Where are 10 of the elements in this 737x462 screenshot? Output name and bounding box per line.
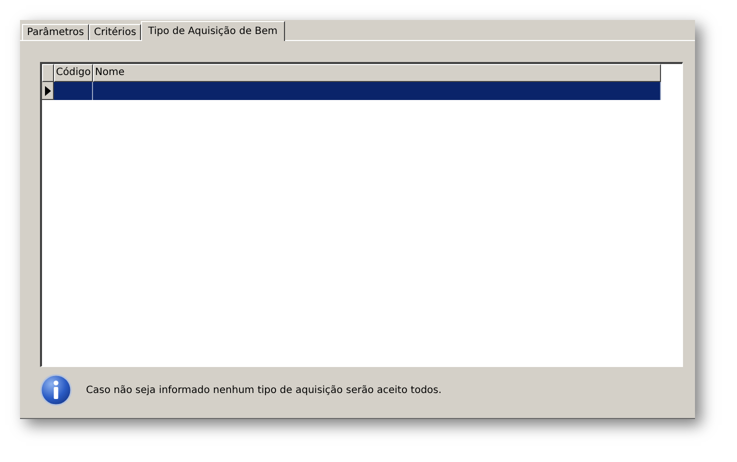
tab[interactable]: Critérios [88, 24, 142, 40]
column-header[interactable]: Código [54, 64, 93, 82]
info-icon [40, 374, 72, 406]
tab[interactable]: Parâmetros [22, 24, 89, 40]
info-message: Caso não seja informado nenhum tipo de aquisição serão aceito todos. [86, 384, 442, 396]
table-cell[interactable] [54, 82, 93, 100]
column-header[interactable]: Nome [93, 64, 661, 82]
current-row-icon [44, 86, 50, 96]
table-cell[interactable] [93, 82, 661, 100]
tab[interactable]: Tipo de Aquisição de Bem [141, 21, 285, 41]
